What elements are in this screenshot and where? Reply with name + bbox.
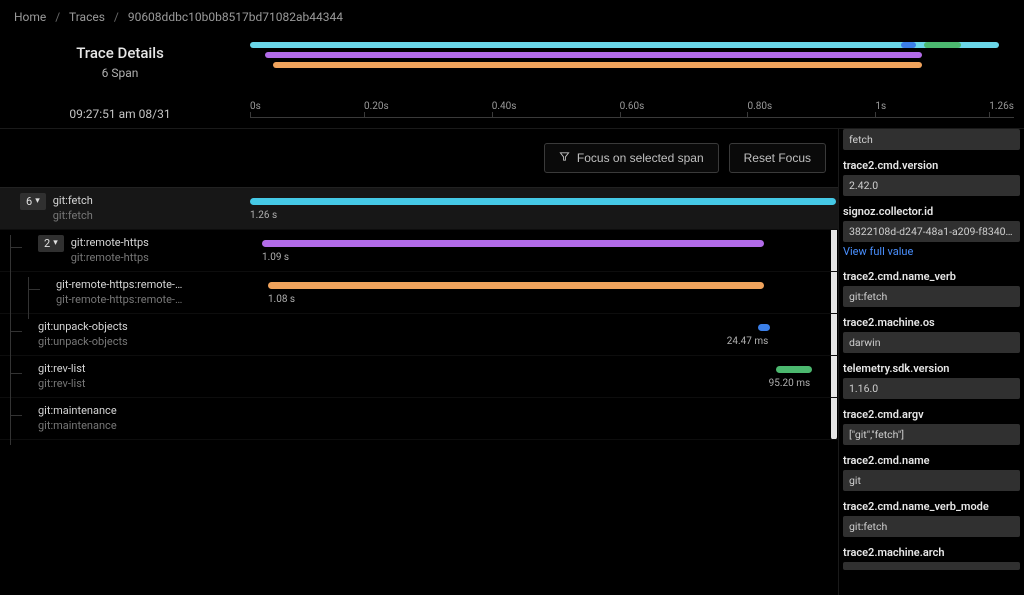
trace-timestamp: 09:27:51 am 08/31 <box>0 107 240 121</box>
button-label: Reset Focus <box>744 151 811 165</box>
attribute-value[interactable] <box>843 562 1020 570</box>
axis-tick: 0s <box>250 101 261 117</box>
attribute-row: signoz.collector.id3822108d-d247-48a1-a2… <box>843 202 1020 261</box>
span-service: git:unpack-objects <box>38 334 128 349</box>
time-axis: 0s 0.20s 0.40s 0.60s 0.80s 1s 1.26s <box>240 99 1024 128</box>
span-list: 6▾ git:fetchgit:fetch 1.26 s 2▾ git:remote-h… <box>0 187 838 440</box>
axis-tick: 0.40s <box>492 101 517 117</box>
attribute-key: trace2.machine.arch <box>843 543 1020 562</box>
axis-tick: 1s <box>875 101 886 117</box>
overview-span-bar <box>250 42 999 48</box>
attribute-value[interactable]: darwin <box>843 332 1020 353</box>
span-duration-bar[interactable] <box>758 324 770 331</box>
chevron-down-icon: ▾ <box>53 237 58 250</box>
attribute-row: trace2.cmd.namegit <box>843 451 1020 491</box>
attribute-row: trace2.cmd.argv["git","fetch"] <box>843 405 1020 445</box>
span-children-badge[interactable]: 2▾ <box>38 235 64 252</box>
attribute-key: trace2.cmd.name <box>843 451 1020 470</box>
attribute-row: trace2.cmd.name_verbgit:fetch <box>843 267 1020 307</box>
trace-overview[interactable] <box>240 34 1024 99</box>
span-duration-bar[interactable] <box>776 366 812 373</box>
attribute-row: telemetry.sdk.version1.16.0 <box>843 359 1020 399</box>
span-row[interactable]: git-remote-https:remote-…git-remote-http… <box>0 272 838 314</box>
attribute-key: telemetry.sdk.version <box>843 359 1020 378</box>
attribute-key: signoz.collector.id <box>843 202 1020 221</box>
span-duration-label: 1.08 s <box>268 294 295 305</box>
attribute-row: trace2.cmd.name_verb_modegit:fetch <box>843 497 1020 537</box>
attribute-key: trace2.cmd.version <box>843 156 1020 175</box>
overview-span-bar <box>924 42 961 48</box>
span-duration-bar[interactable] <box>250 198 836 205</box>
span-duration-bar[interactable] <box>262 240 764 247</box>
span-service: git-remote-https:remote-… <box>56 292 182 307</box>
axis-tick: 1.26s <box>989 101 1014 117</box>
attribute-value[interactable]: fetch <box>843 129 1020 150</box>
axis-tick: 0.20s <box>364 101 389 117</box>
span-duration-label: 95.20 ms <box>769 378 811 389</box>
button-label: Focus on selected span <box>577 151 704 165</box>
span-name: git:rev-list <box>38 361 86 376</box>
span-name: git-remote-https:remote-… <box>56 277 182 292</box>
span-row[interactable]: git:rev-listgit:rev-list 95.20 ms <box>0 356 838 398</box>
attribute-value[interactable]: git <box>843 470 1020 491</box>
view-full-value-link[interactable]: View full value <box>843 242 1020 261</box>
span-duration-label: 24.47 ms <box>727 336 769 347</box>
attribute-value[interactable]: 2.42.0 <box>843 175 1020 196</box>
focus-selected-button[interactable]: Focus on selected span <box>544 143 719 173</box>
span-duration-label: 1.26 s <box>250 210 277 221</box>
attribute-value[interactable]: git:fetch <box>843 516 1020 537</box>
attribute-value[interactable]: 3822108d-d247-48a1-a209-f834026a6809 <box>843 221 1020 242</box>
breadcrumb: Home / Traces / 90608ddbc10b0b8517bd7108… <box>0 0 1024 34</box>
attribute-key: trace2.cmd.name_verb <box>843 267 1020 286</box>
span-name: git:fetch <box>53 193 93 208</box>
overview-span-bar <box>265 52 922 58</box>
span-row[interactable]: git:unpack-objectsgit:unpack-objects 24.4… <box>0 314 838 356</box>
attribute-row: trace2.machine.osdarwin <box>843 313 1020 353</box>
breadcrumb-sep: / <box>55 10 60 24</box>
breadcrumb-traces[interactable]: Traces <box>69 10 105 24</box>
span-row[interactable]: 6▾ git:fetchgit:fetch 1.26 s <box>0 188 838 230</box>
reset-focus-button[interactable]: Reset Focus <box>729 143 826 173</box>
filter-icon <box>559 151 570 165</box>
span-service: git:rev-list <box>38 376 86 391</box>
breadcrumb-sep: / <box>114 10 119 24</box>
span-service: git:remote-https <box>71 250 149 265</box>
attributes-panel: fetch trace2.cmd.version2.42.0 signoz.coll… <box>838 129 1024 595</box>
span-row[interactable]: 2▾ git:remote-httpsgit:remote-https 1.09 s <box>0 230 838 272</box>
span-service: git:maintenance <box>38 418 117 433</box>
overview-span-bar <box>273 62 922 68</box>
span-name: git:unpack-objects <box>38 319 128 334</box>
trace-meta: Trace Details 6 Span <box>0 34 240 99</box>
span-name: git:remote-https <box>71 235 149 250</box>
page-title: Trace Details <box>0 44 240 62</box>
span-row[interactable]: git:maintenancegit:maintenance <box>0 398 838 440</box>
axis-tick: 0.60s <box>620 101 645 117</box>
axis-tick: 0.80s <box>747 101 772 117</box>
attribute-row: fetch <box>843 129 1020 150</box>
overview-span-bar <box>901 42 916 48</box>
breadcrumb-home[interactable]: Home <box>14 10 46 24</box>
span-service: git:fetch <box>53 208 93 223</box>
attribute-value[interactable]: ["git","fetch"] <box>843 424 1020 445</box>
attribute-key: trace2.cmd.argv <box>843 405 1020 424</box>
attribute-row: trace2.cmd.version2.42.0 <box>843 156 1020 196</box>
span-duration-bar[interactable] <box>268 282 764 289</box>
breadcrumb-trace-id: 90608ddbc10b0b8517bd71082ab44344 <box>128 10 343 24</box>
span-count: 6 Span <box>0 66 240 80</box>
span-name: git:maintenance <box>38 403 117 418</box>
chevron-down-icon: ▾ <box>35 195 40 208</box>
attribute-key: trace2.machine.os <box>843 313 1020 332</box>
span-children-badge[interactable]: 6▾ <box>20 193 46 210</box>
attribute-value[interactable]: 1.16.0 <box>843 378 1020 399</box>
span-duration-label: 1.09 s <box>262 252 289 263</box>
attribute-row: trace2.machine.arch <box>843 543 1020 570</box>
attribute-value[interactable]: git:fetch <box>843 286 1020 307</box>
